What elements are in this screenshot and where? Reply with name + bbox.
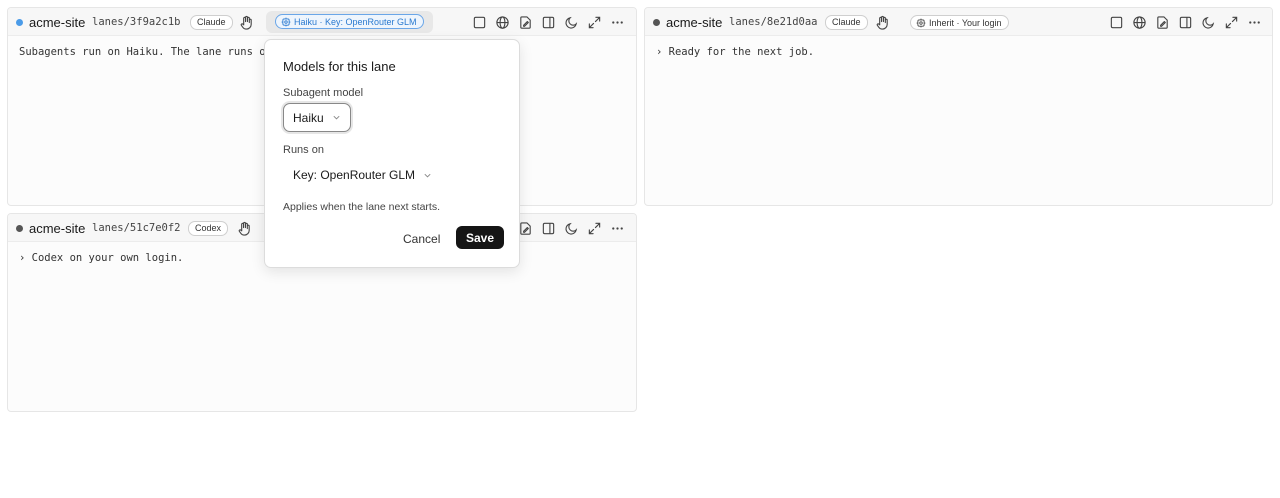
chevron-down-icon — [424, 173, 431, 177]
pane-header: acme-site lanes/8e21d0aa Claude Inherit … — [645, 8, 1272, 36]
chevron-down-icon — [333, 115, 340, 120]
gear-icon — [916, 18, 926, 27]
more-icon[interactable] — [1247, 15, 1262, 30]
expand-icon[interactable] — [587, 15, 602, 30]
lane-path: lanes/51c7e0f2 — [92, 222, 181, 234]
model-chip-wrapper[interactable]: Haiku · Key: OpenRouter GLM — [266, 11, 433, 33]
expand-icon[interactable] — [587, 221, 602, 236]
lane-path: lanes/3f9a2c1b — [92, 16, 181, 28]
globe-icon[interactable] — [495, 15, 510, 30]
split-view-icon[interactable] — [1178, 15, 1193, 30]
site-name: acme-site — [29, 221, 86, 236]
terminal-output: › Ready for the next job. — [656, 46, 815, 58]
model-chip-container[interactable]: Inherit · Your login — [910, 15, 1009, 30]
runs-on-value: Key: OpenRouter GLM — [293, 168, 416, 182]
model-chip-label: Inherit · Your login — [929, 17, 1002, 28]
globe-icon[interactable] — [1132, 15, 1147, 30]
save-button[interactable]: Save — [456, 226, 505, 249]
site-name: acme-site — [29, 15, 86, 30]
gear-icon — [281, 17, 291, 26]
hand-icon[interactable] — [239, 15, 254, 30]
moon-icon[interactable] — [564, 15, 579, 30]
panel-square-icon[interactable] — [1109, 15, 1124, 30]
popover-title: Models for this lane — [283, 59, 396, 74]
model-chip[interactable]: Inherit · Your login — [910, 15, 1009, 30]
status-dot — [653, 19, 660, 26]
status-dot — [16, 19, 23, 26]
subagent-model-value: Haiku — [293, 110, 324, 125]
model-chip-label: Haiku · Key: OpenRouter GLM — [294, 16, 417, 27]
more-icon[interactable] — [610, 221, 625, 236]
file-edit-icon[interactable] — [518, 15, 533, 30]
more-icon[interactable] — [610, 15, 625, 30]
split-view-icon[interactable] — [541, 221, 556, 236]
moon-icon[interactable] — [564, 221, 579, 236]
agent-badge: Claude — [190, 15, 233, 30]
agent-badge: Claude — [825, 15, 868, 30]
subagent-model-label: Subagent model — [283, 87, 364, 99]
site-name: acme-site — [666, 15, 723, 30]
file-edit-icon[interactable] — [1155, 15, 1170, 30]
lane-path: lanes/8e21d0aa — [729, 16, 818, 28]
split-view-icon[interactable] — [541, 15, 556, 30]
models-popover: Models for this lane Subagent model Haik… — [264, 39, 520, 268]
file-edit-icon[interactable] — [518, 221, 533, 236]
pane-header: acme-site lanes/3f9a2c1b Claude Haiku · … — [8, 8, 636, 36]
model-chip[interactable]: Haiku · Key: OpenRouter GLM — [275, 14, 424, 29]
lane-pane: acme-site lanes/8e21d0aa Claude Inherit … — [644, 7, 1273, 206]
hand-icon[interactable] — [875, 15, 890, 30]
agent-badge: Codex — [188, 221, 229, 236]
expand-icon[interactable] — [1224, 15, 1239, 30]
moon-icon[interactable] — [1201, 15, 1216, 30]
subagent-model-select[interactable]: Haiku — [283, 103, 351, 132]
panel-square-icon[interactable] — [472, 15, 487, 30]
runs-on-label: Runs on — [283, 144, 324, 156]
status-dot — [16, 225, 23, 232]
cancel-button[interactable]: Cancel — [395, 228, 448, 250]
runs-on-select[interactable]: Key: OpenRouter GLM — [283, 163, 442, 187]
apply-note: Applies when the lane next starts. — [283, 201, 441, 213]
hand-icon[interactable] — [237, 221, 252, 236]
